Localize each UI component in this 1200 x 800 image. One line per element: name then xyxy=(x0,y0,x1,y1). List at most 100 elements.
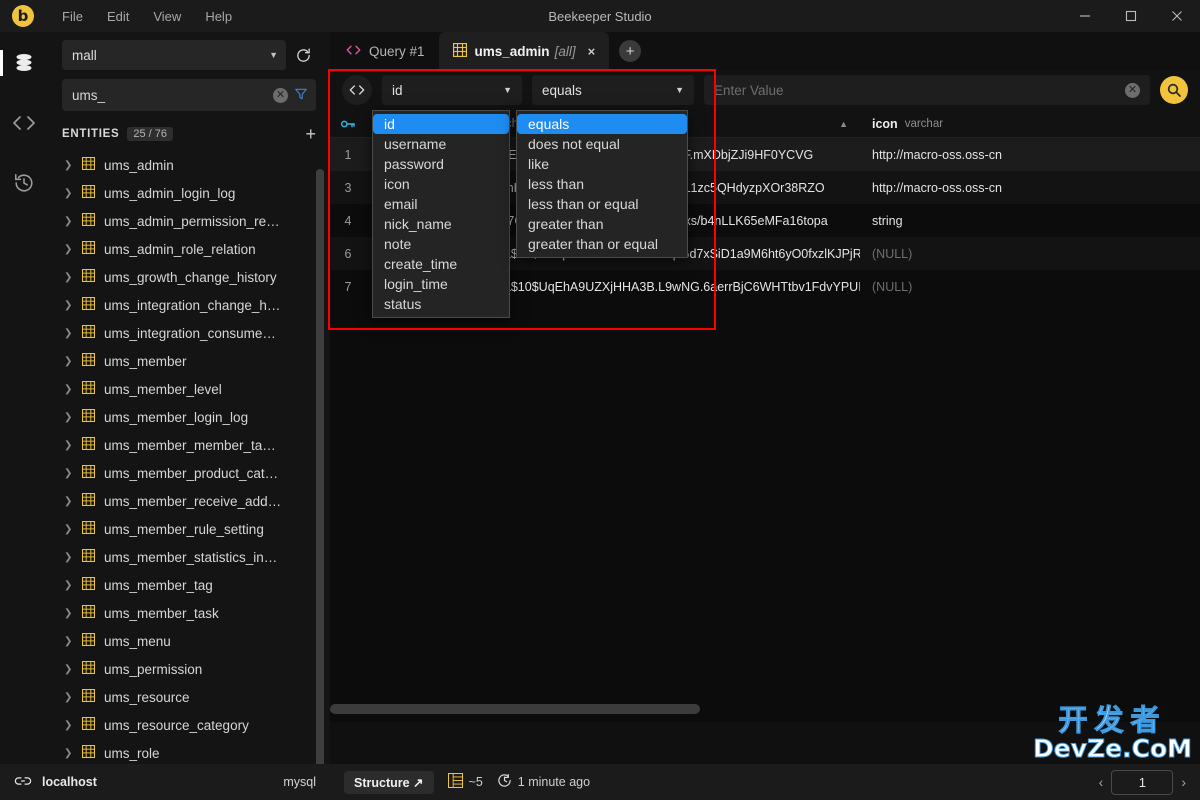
minimize-icon[interactable] xyxy=(1062,0,1108,32)
chevron-right-icon[interactable]: ❯ xyxy=(64,384,73,395)
entity-item[interactable]: ❯ ums_member_rule_setting xyxy=(48,515,330,543)
operator-option[interactable]: less than xyxy=(517,174,687,194)
chevron-right-icon[interactable]: ❯ xyxy=(64,524,73,535)
cell-password[interactable]: $2a$10$UqEhA9UZXjHHA3B.L9wNG.6aerrBjC6WH… xyxy=(478,280,860,294)
entity-item[interactable]: ❯ ums_member_tag xyxy=(48,571,330,599)
chevron-right-icon[interactable]: ❯ xyxy=(64,328,73,339)
chevron-right-icon[interactable]: ❯ xyxy=(64,468,73,479)
database-icon[interactable] xyxy=(0,44,44,82)
entity-item[interactable]: ❯ ums_permission xyxy=(48,655,330,683)
entity-item[interactable]: ❯ ums_member_product_cat… xyxy=(48,459,330,487)
chevron-right-icon[interactable]: ❯ xyxy=(64,692,73,703)
history-icon[interactable] xyxy=(4,164,44,202)
field-dropdown-menu[interactable]: id username password icon email nick_name note… xyxy=(372,110,510,318)
tab-query-1[interactable]: Query #1 xyxy=(332,32,439,70)
new-tab-icon[interactable]: + xyxy=(619,40,642,62)
menu-file[interactable]: File xyxy=(52,5,93,28)
chevron-right-icon[interactable]: ❯ xyxy=(64,748,73,759)
database-select[interactable]: mall ▼ xyxy=(62,40,286,70)
search-icon[interactable] xyxy=(1160,76,1188,104)
entity-item[interactable]: ❯ ums_admin xyxy=(48,151,330,179)
chevron-right-icon[interactable]: ❯ xyxy=(64,188,73,199)
operator-option[interactable]: does not equal xyxy=(517,134,687,154)
clear-filter-icon[interactable]: ✕ xyxy=(273,87,288,103)
entity-item[interactable]: ❯ ums_admin_login_log xyxy=(48,179,330,207)
entity-item[interactable]: ❯ ums_member xyxy=(48,347,330,375)
chevron-right-icon[interactable]: ❯ xyxy=(64,608,73,619)
table-horizontal-scrollbar[interactable] xyxy=(330,704,700,714)
chevron-right-icon[interactable]: ❯ xyxy=(64,216,73,227)
operator-option[interactable]: greater than or equal xyxy=(517,234,687,254)
raw-filter-toggle-icon[interactable] xyxy=(342,75,372,105)
operator-option[interactable]: less than or equal xyxy=(517,194,687,214)
entity-item[interactable]: ❯ ums_menu xyxy=(48,627,330,655)
page-number-input[interactable]: 1 xyxy=(1111,769,1174,795)
chevron-right-icon[interactable]: ❯ xyxy=(64,580,73,591)
cell-icon[interactable]: string xyxy=(860,214,1190,228)
operator-dropdown-menu[interactable]: equals does not equal like less than less th… xyxy=(516,110,688,258)
chevron-right-icon[interactable]: ❯ xyxy=(64,496,73,507)
operator-option[interactable]: equals xyxy=(517,114,687,134)
field-option[interactable]: icon xyxy=(373,174,509,194)
entity-list[interactable]: ❯ ums_admin ❯ ums_admin_login_log ❯ ums_admin… xyxy=(48,151,330,764)
filter-field-select[interactable]: id ▼ xyxy=(382,75,522,105)
entity-item[interactable]: ❯ ums_admin_permission_re… xyxy=(48,207,330,235)
entity-item[interactable]: ❯ ums_role xyxy=(48,739,330,764)
filter-value-input[interactable]: Enter Value ✕ xyxy=(704,75,1150,105)
chevron-right-icon[interactable]: ❯ xyxy=(64,412,73,423)
entity-item[interactable]: ❯ ums_member_level xyxy=(48,375,330,403)
next-page-icon[interactable]: › xyxy=(1181,774,1186,790)
tab-close-icon[interactable]: × xyxy=(588,44,596,59)
sidebar-scrollbar[interactable] xyxy=(316,169,324,764)
field-option[interactable]: email xyxy=(373,194,509,214)
cell-icon[interactable]: (NULL) xyxy=(860,247,1190,261)
field-option[interactable]: login_time xyxy=(373,274,509,294)
operator-option[interactable]: greater than xyxy=(517,214,687,234)
funnel-icon[interactable] xyxy=(294,87,308,104)
maximize-icon[interactable] xyxy=(1108,0,1154,32)
field-option[interactable]: create_time xyxy=(373,254,509,274)
chevron-right-icon[interactable]: ❯ xyxy=(64,440,73,451)
field-option[interactable]: status xyxy=(373,294,509,314)
menu-view[interactable]: View xyxy=(143,5,191,28)
close-icon[interactable] xyxy=(1154,0,1200,32)
prev-page-icon[interactable]: ‹ xyxy=(1099,774,1104,790)
chevron-right-icon[interactable]: ❯ xyxy=(64,244,73,255)
entity-item[interactable]: ❯ ums_member_task xyxy=(48,599,330,627)
entity-item[interactable]: ❯ ums_resource_category xyxy=(48,711,330,739)
chevron-right-icon[interactable]: ❯ xyxy=(64,160,73,171)
cell-icon[interactable]: (NULL) xyxy=(860,280,1190,294)
menu-edit[interactable]: Edit xyxy=(97,5,139,28)
entity-item[interactable]: ❯ ums_integration_consume… xyxy=(48,319,330,347)
entity-item[interactable]: ❯ ums_member_statistics_in… xyxy=(48,543,330,571)
filter-operator-select[interactable]: equals ▼ xyxy=(532,75,694,105)
entity-item[interactable]: ❯ ums_admin_role_relation xyxy=(48,235,330,263)
column-header-icon[interactable]: icon varchar xyxy=(860,110,1190,138)
entity-item[interactable]: ❯ ums_integration_change_h… xyxy=(48,291,330,319)
entity-item[interactable]: ❯ ums_member_receive_add… xyxy=(48,487,330,515)
field-option[interactable]: username xyxy=(373,134,509,154)
field-option[interactable]: id xyxy=(373,114,509,134)
chevron-right-icon[interactable]: ❯ xyxy=(64,664,73,675)
menu-help[interactable]: Help xyxy=(195,5,242,28)
structure-button[interactable]: Structure ↗ xyxy=(344,770,434,794)
clear-value-icon[interactable]: ✕ xyxy=(1125,82,1140,98)
chevron-right-icon[interactable]: ❯ xyxy=(64,300,73,311)
chevron-right-icon[interactable]: ❯ xyxy=(64,636,73,647)
field-option[interactable]: password xyxy=(373,154,509,174)
chevron-right-icon[interactable]: ❯ xyxy=(64,272,73,283)
cell-icon[interactable]: http://macro-oss.oss-cn xyxy=(860,181,1190,195)
chevron-right-icon[interactable]: ❯ xyxy=(64,720,73,731)
code-icon[interactable] xyxy=(4,104,44,142)
entity-filter-box[interactable]: ✕ xyxy=(62,79,316,111)
entity-item[interactable]: ❯ ums_resource xyxy=(48,683,330,711)
entity-filter-input[interactable] xyxy=(72,87,267,103)
field-option[interactable]: nick_name xyxy=(373,214,509,234)
field-option[interactable]: note xyxy=(373,234,509,254)
tab-ums-admin[interactable]: ums_admin [all] × xyxy=(438,32,610,70)
entity-item[interactable]: ❯ ums_member_login_log xyxy=(48,403,330,431)
entity-item[interactable]: ❯ ums_member_member_ta… xyxy=(48,431,330,459)
add-entity-icon[interactable]: + xyxy=(305,125,316,143)
chevron-right-icon[interactable]: ❯ xyxy=(64,356,73,367)
refresh-icon[interactable] xyxy=(290,40,316,70)
